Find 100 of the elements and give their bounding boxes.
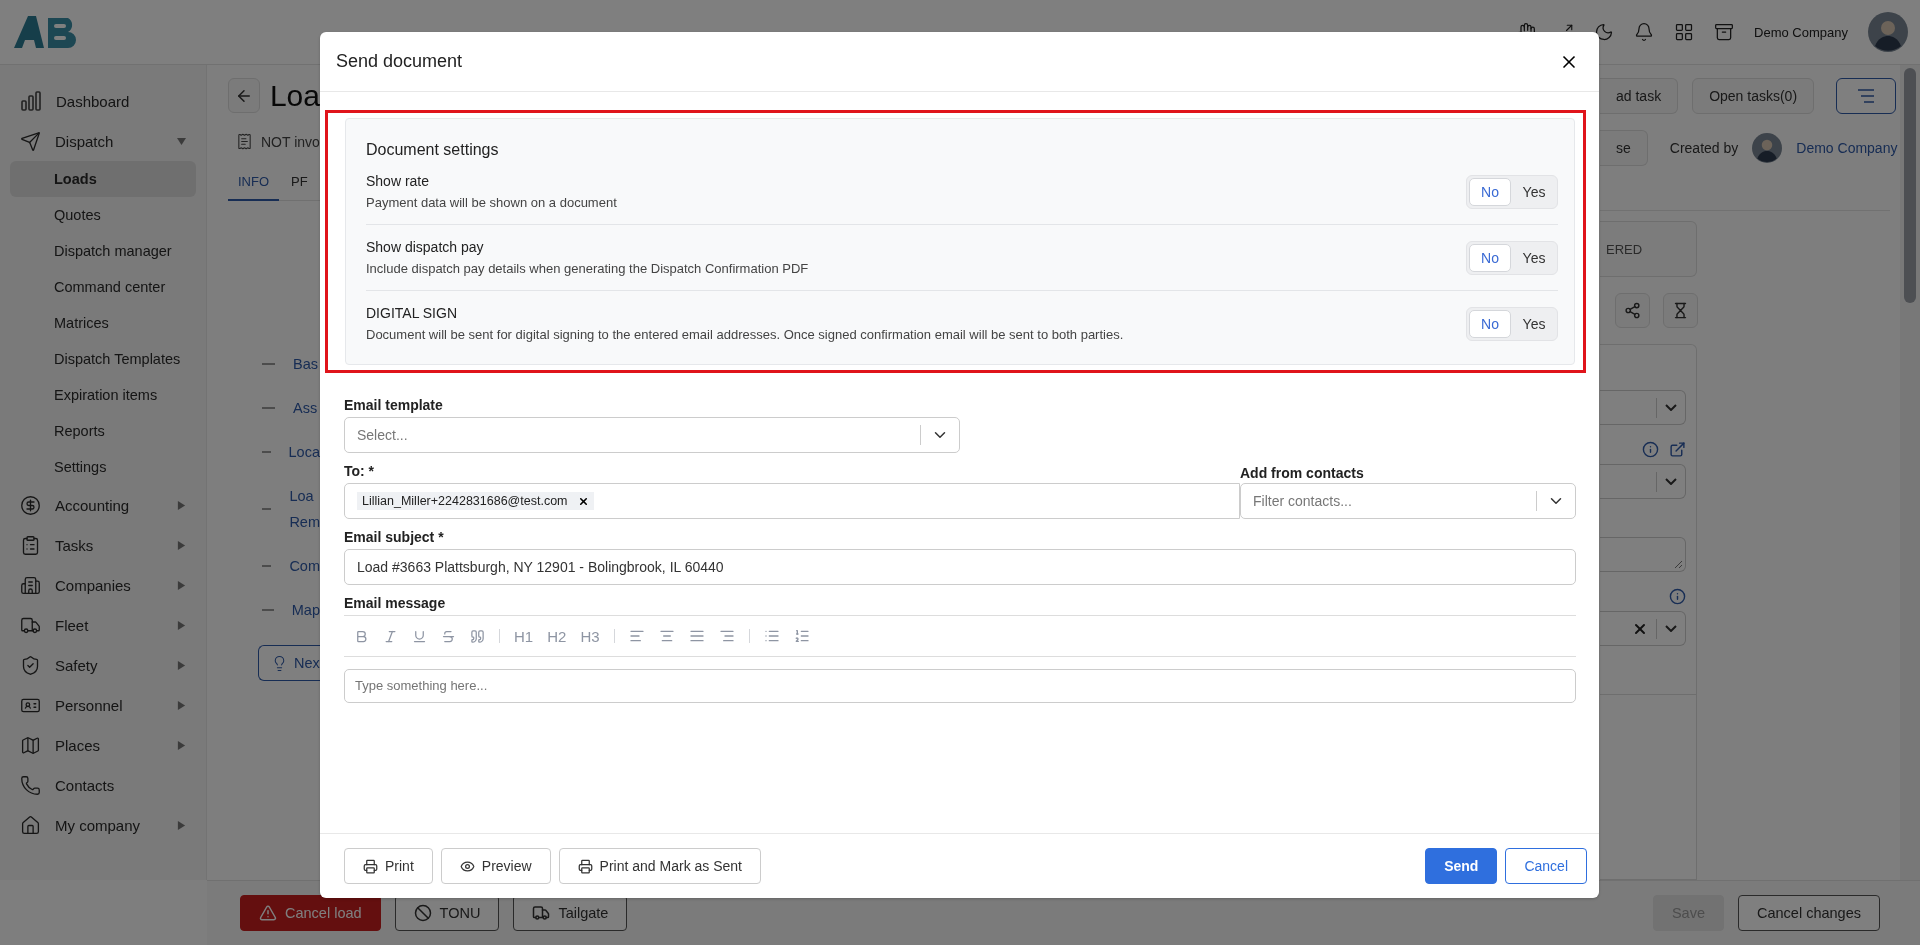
footer-button[interactable]: Print [344,848,433,884]
select-field[interactable] [1600,390,1686,425]
nav-item[interactable]: Safety [10,645,196,685]
setting-description: Document will be sent for digital signing to the entered email addresses. Once signed confirmation email will be sent to both parties. [366,327,1124,342]
heading-button[interactable]: H3 [580,627,600,645]
nav-subitem[interactable]: Loads [10,161,196,197]
field-label: Email message [344,595,447,611]
open-tasks-button[interactable]: Open tasks(0) [1692,78,1815,114]
subject-field[interactable]: Load #3663 Plattsburgh, NY 12901 - Bolingbrook, IL 60440 [344,549,1576,585]
eye-icon [459,858,475,874]
toggle-option[interactable]: No [1469,177,1511,206]
toggle-option[interactable]: No [1469,309,1511,338]
footer-button[interactable]: Print and Mark as Sent [558,848,761,884]
scrollbar-thumb[interactable] [1904,68,1916,303]
nav-item[interactable]: Dispatch [10,121,196,161]
nav-item[interactable]: Fleet [10,605,196,645]
italic-button[interactable] [383,628,398,644]
contacts-select[interactable]: Filter contacts... [1240,483,1576,519]
remove-icon[interactable] [577,495,589,507]
align-right-button[interactable] [718,628,735,644]
external-link-icon[interactable] [1669,441,1686,458]
hourglass-button[interactable] [1663,293,1698,328]
footer-button[interactable]: Preview [440,848,551,884]
close-button[interactable]: se [1600,130,1648,166]
tab[interactable]: PF [281,174,318,201]
toggle-option[interactable]: Yes [1513,243,1555,272]
cancel-button[interactable]: Cancel [1505,848,1587,884]
back-button[interactable] [228,78,260,113]
nav-subitem[interactable]: Expiration items [10,377,196,413]
hourglass-icon [1672,302,1689,319]
nav-item[interactable]: Places [10,725,196,765]
moon-icon[interactable] [1594,22,1615,42]
bullet-list-button[interactable] [763,628,780,644]
nav-subitem[interactable]: Command center [10,269,196,305]
clipboard-icon [20,534,41,556]
message-editor[interactable]: Type something here... [344,669,1576,703]
menu-icon [1856,89,1877,103]
building-icon [20,574,41,596]
section-link[interactable]: Ass [293,395,318,421]
setting-label: Show rate [366,173,431,189]
nav-item[interactable]: Tasks [10,525,196,565]
nav-subitem[interactable]: Reports [10,413,196,449]
share-icon [1624,302,1641,319]
select-field[interactable] [1600,464,1686,499]
phone-icon [20,774,41,796]
send-button[interactable]: Send [1425,848,1498,884]
nav-subitem[interactable]: Quotes [10,197,196,233]
section-link[interactable]: Com [289,553,320,579]
dialog-title: Send document [336,51,463,72]
resize-grip-icon [1674,560,1683,569]
printer-icon [363,858,378,874]
toggle-option[interactable]: No [1469,243,1511,272]
numbered-list-button[interactable] [793,628,810,644]
archive-icon[interactable] [1714,22,1735,42]
menu-button[interactable] [1836,78,1897,114]
company-name: Demo Company [1754,24,1848,40]
align-center-button[interactable] [658,628,675,644]
quote-button[interactable] [470,628,485,644]
share-button[interactable] [1615,293,1650,328]
nav-item[interactable]: Companies [10,565,196,605]
section-link[interactable]: Loa Rem [289,483,320,535]
align-left-button[interactable] [628,628,645,644]
select-field[interactable] [1600,611,1686,646]
chevron-down-icon [1665,625,1677,632]
nav-subitem[interactable]: Matrices [10,305,196,341]
nav-item[interactable]: Accounting [10,485,196,525]
nav-item[interactable]: My company [10,805,196,845]
justify-button[interactable] [688,628,705,644]
bell-icon[interactable] [1634,22,1655,42]
field-label: To: * [344,463,376,479]
heading-button[interactable]: H1 [514,627,534,645]
nav-item[interactable]: Personnel [10,685,196,725]
add-task-button[interactable]: ad task [1600,78,1679,114]
toggle-option[interactable]: Yes [1513,177,1555,206]
avatar-icon [1868,12,1908,52]
tab[interactable]: INFO [228,174,280,201]
toggle-option[interactable]: Yes [1513,309,1555,338]
section-link[interactable]: Loca [288,439,320,465]
nav-item[interactable]: Dashboard [10,81,196,121]
section-link[interactable]: Bas [293,351,318,377]
status-card: ERED [1600,221,1697,277]
template-select[interactable]: Select... [344,417,960,453]
underline-button[interactable] [412,628,427,644]
action-button[interactable]: Cancel changes [1738,895,1880,931]
bar-chart-icon [20,90,42,112]
creator-link[interactable]: Demo Company [1796,140,1898,156]
nav-subitem[interactable]: Settings [10,449,196,485]
next-button[interactable]: Nex [258,645,320,681]
strikethrough-button[interactable] [441,628,456,644]
bold-button[interactable] [354,628,369,644]
page-title: Loa [269,78,320,113]
heading-button[interactable]: H2 [547,627,567,645]
action-button[interactable]: Cancel load [240,895,381,931]
nav-subitem[interactable]: Dispatch manager [10,233,196,269]
grid-icon[interactable] [1674,22,1695,42]
section-link[interactable]: Map [291,597,320,623]
email-chip: Lillian_Miller+2242831686@test.com [357,492,594,510]
nav-item[interactable]: Contacts [10,765,196,805]
recipients-field[interactable]: Lillian_Miller+2242831686@test.com [344,483,1240,519]
nav-subitem[interactable]: Dispatch Templates [10,341,196,377]
